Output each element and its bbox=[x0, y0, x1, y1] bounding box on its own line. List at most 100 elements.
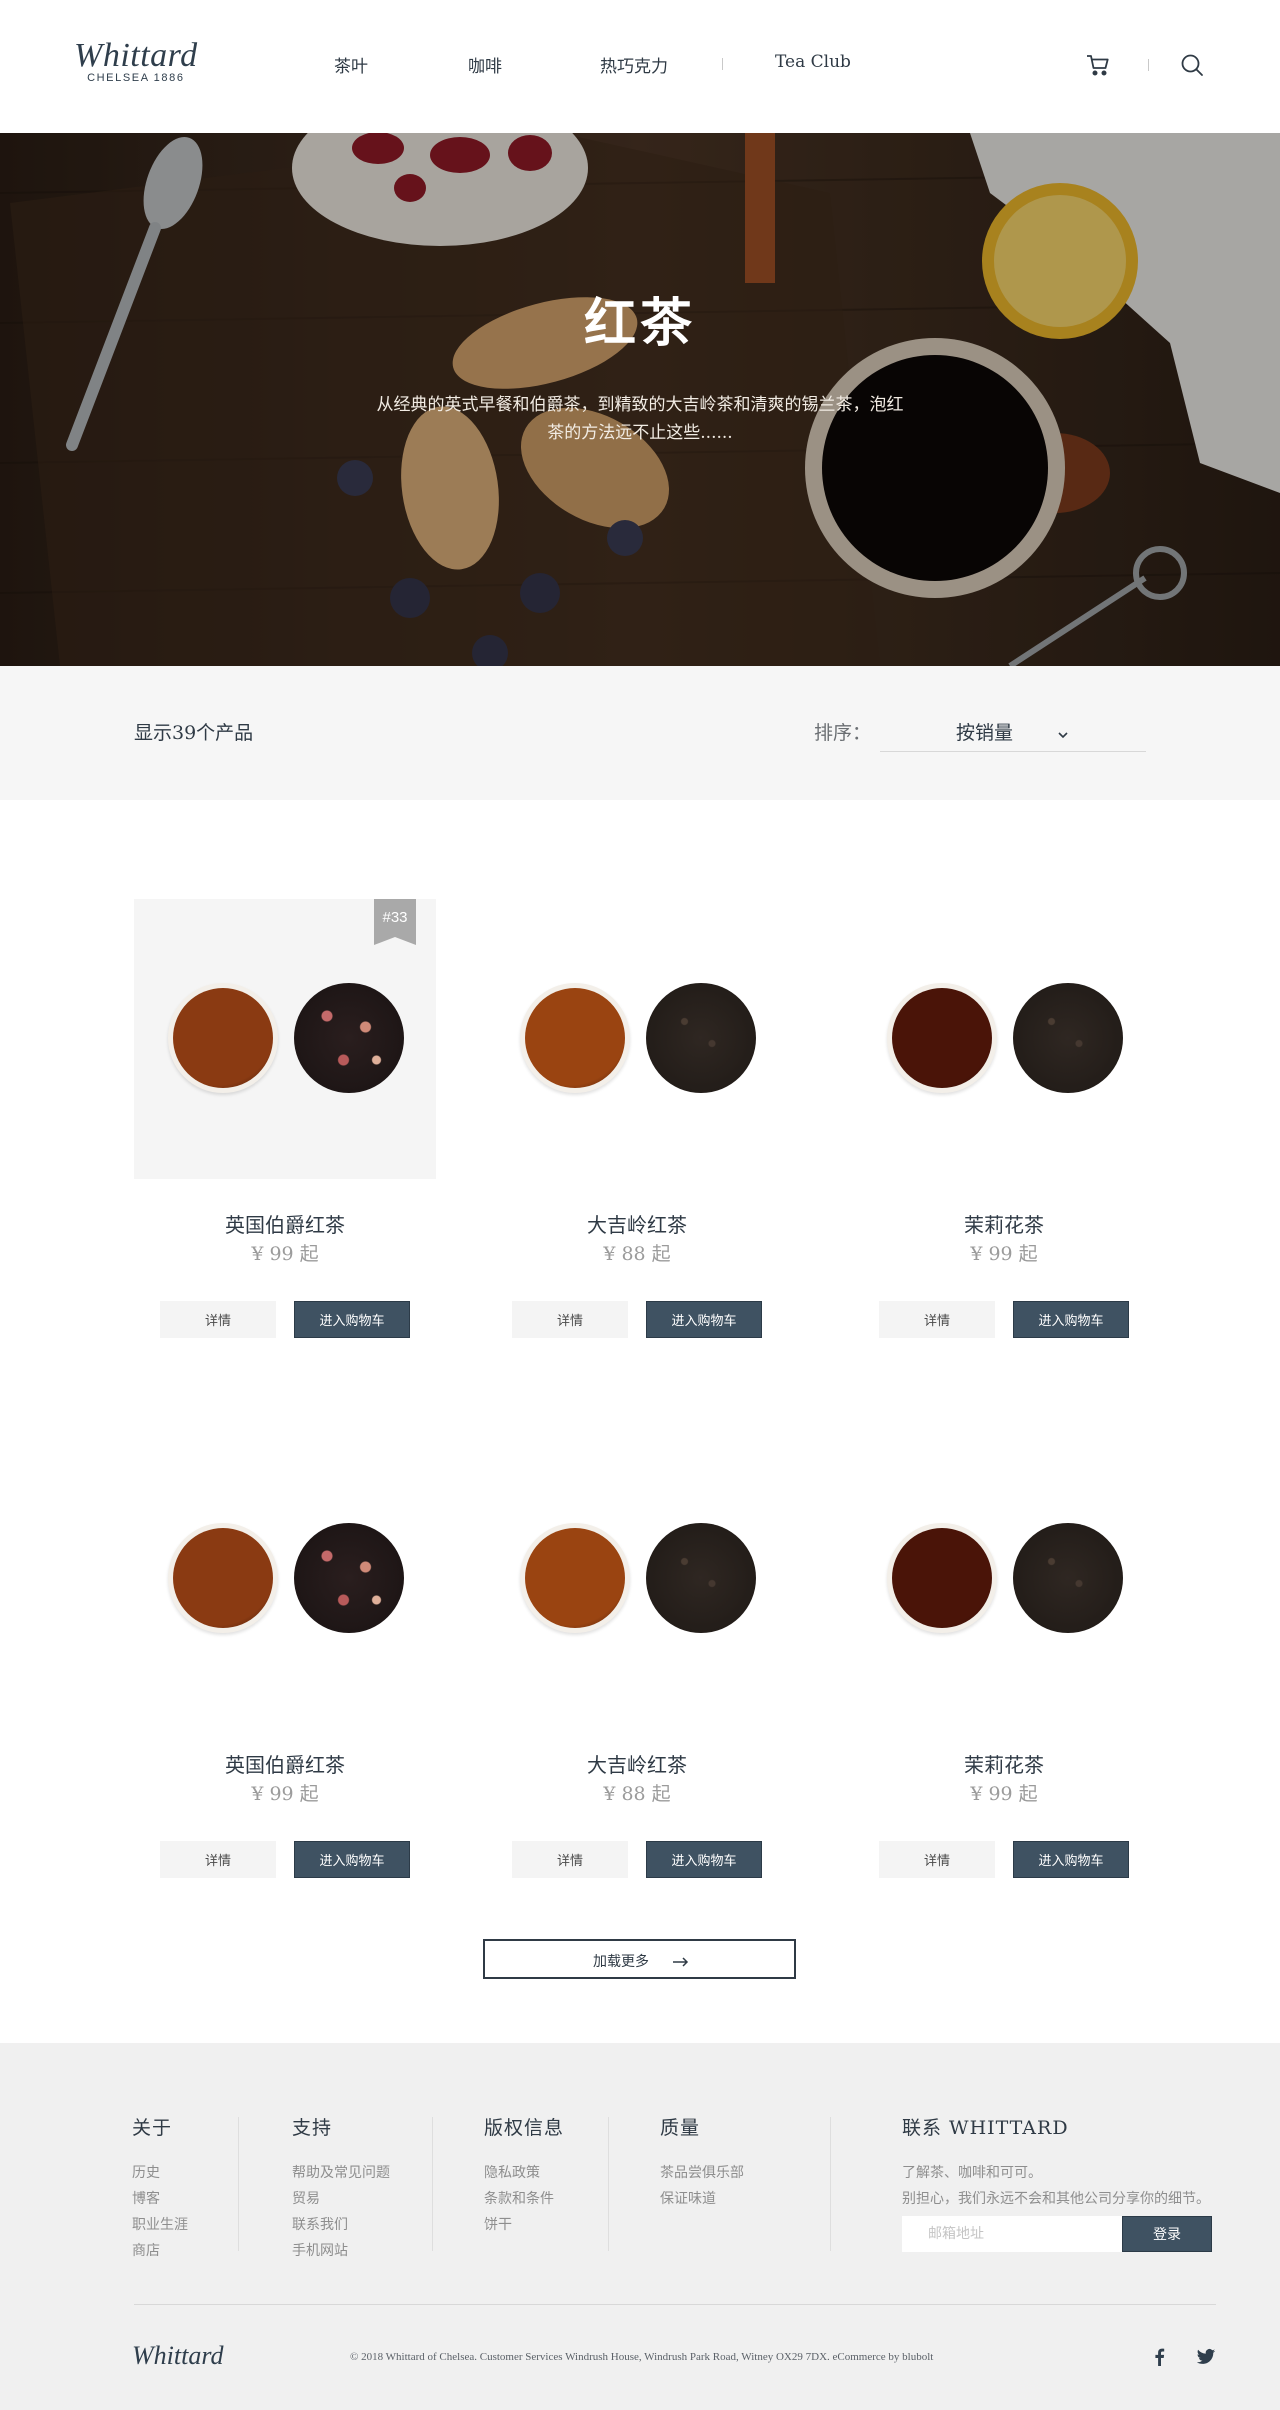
product-image[interactable] bbox=[486, 1439, 788, 1719]
footer-column-title: 关于 bbox=[132, 2117, 173, 2139]
footer-separator bbox=[134, 2304, 1216, 2305]
hero-title: 红茶 bbox=[583, 293, 696, 354]
load-more-button[interactable]: 加载更多 bbox=[483, 1939, 796, 1979]
product-image[interactable] bbox=[486, 899, 788, 1179]
footer-link[interactable]: 条款和条件 bbox=[484, 2186, 564, 2212]
footer-link[interactable]: 饼干 bbox=[484, 2212, 564, 2238]
product-name[interactable]: 茉莉花茶 bbox=[853, 1749, 1155, 1778]
add-to-cart-button[interactable]: 进入购物车 bbox=[294, 1301, 410, 1338]
product-image[interactable] bbox=[853, 1439, 1155, 1719]
detail-button[interactable]: 详情 bbox=[512, 1301, 628, 1338]
filter-bar: 显示39个产品 排序： 按销量 bbox=[0, 666, 1280, 800]
product-price: ¥ 99 起 bbox=[970, 1783, 1038, 1805]
footer-column-title: 支持 bbox=[292, 2117, 333, 2139]
site-header: Whittard CHELSEA 1886 茶叶 咖啡 热巧克力 Tea Clu… bbox=[0, 0, 1280, 133]
tea-cup-image bbox=[168, 1523, 278, 1633]
facebook-icon[interactable] bbox=[1150, 2347, 1170, 2367]
add-to-cart-button[interactable]: 进入购物车 bbox=[646, 1301, 762, 1338]
nav-item-coffee[interactable]: 咖啡 bbox=[468, 52, 502, 77]
product-name[interactable]: 英国伯爵红茶 bbox=[134, 1209, 436, 1238]
brand-logo[interactable]: Whittard CHELSEA 1886 bbox=[74, 37, 198, 85]
cart-icon[interactable] bbox=[1086, 53, 1110, 77]
tea-cup-image bbox=[887, 1523, 997, 1633]
nav-item-tea[interactable]: 茶叶 bbox=[334, 52, 368, 77]
footer-link[interactable]: 茶品尝俱乐部 bbox=[660, 2160, 744, 2186]
footer-column-title: 版权信息 bbox=[484, 2117, 565, 2139]
detail-button[interactable]: 详情 bbox=[160, 1841, 276, 1878]
nav-item-tea-club[interactable]: Tea Club bbox=[775, 52, 851, 72]
tea-leaves-image bbox=[1013, 983, 1123, 1093]
search-icon[interactable] bbox=[1180, 53, 1204, 77]
add-to-cart-button[interactable]: 进入购物车 bbox=[1013, 1841, 1129, 1878]
copyright-text: © 2018 Whittard of Chelsea. Customer Ser… bbox=[350, 2351, 934, 2363]
brand-name: Whittard bbox=[74, 37, 198, 74]
tea-cup-image bbox=[520, 1523, 630, 1633]
product-count: 显示39个产品 bbox=[134, 722, 254, 744]
contact-title: 联系 WHITTARD bbox=[902, 2117, 1069, 2139]
footer-column-copyright: 版权信息 隐私政策 条款和条件 饼干 bbox=[484, 2113, 564, 2238]
footer-column-title: 质量 bbox=[660, 2117, 701, 2139]
product-price: ¥ 99 起 bbox=[970, 1243, 1038, 1265]
product-image[interactable]: #33 bbox=[134, 899, 436, 1179]
product-name[interactable]: 英国伯爵红茶 bbox=[134, 1749, 436, 1778]
footer-divider bbox=[432, 2117, 433, 2251]
footer-divider bbox=[238, 2117, 239, 2251]
product-price: ¥ 88 起 bbox=[603, 1783, 671, 1805]
hero-description: 从经典的英式早餐和伯爵茶，到精致的大吉岭茶和清爽的锡兰茶，泡红茶的方法远不止这些… bbox=[376, 395, 904, 443]
footer-contact: 联系 WHITTARD 了解茶、咖啡和可可。 别担心，我们永远不会和其他公司分享… bbox=[902, 2113, 1232, 2212]
tea-leaves-image bbox=[646, 983, 756, 1093]
email-input[interactable] bbox=[902, 2216, 1122, 2252]
footer-link[interactable]: 职业生涯 bbox=[132, 2212, 188, 2238]
tea-cup-image bbox=[887, 983, 997, 1093]
footer-link[interactable]: 隐私政策 bbox=[484, 2160, 564, 2186]
footer-divider bbox=[830, 2117, 831, 2251]
nav-divider bbox=[722, 58, 723, 70]
arrow-right-icon bbox=[673, 1955, 689, 1970]
detail-button[interactable]: 详情 bbox=[879, 1301, 995, 1338]
product-price: ¥ 99 起 bbox=[251, 1783, 319, 1805]
brand-tagline: CHELSEA 1886 bbox=[87, 72, 185, 84]
product-name[interactable]: 茉莉花茶 bbox=[853, 1209, 1155, 1238]
footer-link[interactable]: 保证味道 bbox=[660, 2186, 744, 2212]
product-name[interactable]: 大吉岭红茶 bbox=[486, 1749, 788, 1778]
product-price: ¥ 88 起 bbox=[603, 1243, 671, 1265]
footer-link[interactable]: 帮助及常见问题 bbox=[292, 2160, 390, 2186]
add-to-cart-button[interactable]: 进入购物车 bbox=[1013, 1301, 1129, 1338]
product-image[interactable] bbox=[853, 899, 1155, 1179]
footer-link[interactable]: 历史 bbox=[132, 2160, 188, 2186]
rank-badge: #33 bbox=[374, 899, 416, 945]
footer-link[interactable]: 贸易 bbox=[292, 2186, 390, 2212]
header-divider bbox=[1148, 59, 1149, 71]
footer-link[interactable]: 博客 bbox=[132, 2186, 188, 2212]
detail-button[interactable]: 详情 bbox=[879, 1841, 995, 1878]
nav-item-chocolate[interactable]: 热巧克力 bbox=[600, 52, 668, 77]
footer-link[interactable]: 手机网站 bbox=[292, 2238, 390, 2264]
detail-button[interactable]: 详情 bbox=[512, 1841, 628, 1878]
sort-dropdown[interactable]: 按销量 bbox=[880, 706, 1146, 752]
sort-value: 按销量 bbox=[956, 722, 1014, 744]
footer-logo[interactable]: Whittard bbox=[132, 2341, 223, 2371]
contact-text: 了解茶、咖啡和可可。 bbox=[902, 2165, 1042, 2181]
footer-divider bbox=[608, 2117, 609, 2251]
add-to-cart-button[interactable]: 进入购物车 bbox=[646, 1841, 762, 1878]
login-button[interactable]: 登录 bbox=[1122, 2216, 1212, 2252]
tea-cup-image bbox=[168, 983, 278, 1093]
contact-text: 别担心，我们永远不会和其他公司分享你的细节。 bbox=[902, 2191, 1210, 2207]
hero-banner: 红茶 从经典的英式早餐和伯爵茶，到精致的大吉岭茶和清爽的锡兰茶，泡红茶的方法远不… bbox=[0, 133, 1280, 666]
tea-cup-image bbox=[520, 983, 630, 1093]
add-to-cart-button[interactable]: 进入购物车 bbox=[294, 1841, 410, 1878]
chevron-down-icon bbox=[1058, 724, 1068, 743]
twitter-icon[interactable] bbox=[1196, 2347, 1216, 2367]
sort-label: 排序： bbox=[814, 722, 872, 744]
product-image[interactable] bbox=[134, 1439, 436, 1719]
footer-column-quality: 质量 茶品尝俱乐部 保证味道 bbox=[660, 2113, 744, 2212]
load-more-label: 加载更多 bbox=[593, 1953, 649, 1969]
detail-button[interactable]: 详情 bbox=[160, 1301, 276, 1338]
footer-link[interactable]: 联系我们 bbox=[292, 2212, 390, 2238]
product-name[interactable]: 大吉岭红茶 bbox=[486, 1209, 788, 1238]
footer-column-about: 关于 历史 博客 职业生涯 商店 bbox=[132, 2113, 188, 2264]
tea-leaves-image bbox=[294, 983, 404, 1093]
product-price: ¥ 99 起 bbox=[251, 1243, 319, 1265]
site-footer: 关于 历史 博客 职业生涯 商店 支持 帮助及常见问题 贸易 联系我们 手机网站… bbox=[0, 2043, 1280, 2410]
footer-link[interactable]: 商店 bbox=[132, 2238, 188, 2264]
